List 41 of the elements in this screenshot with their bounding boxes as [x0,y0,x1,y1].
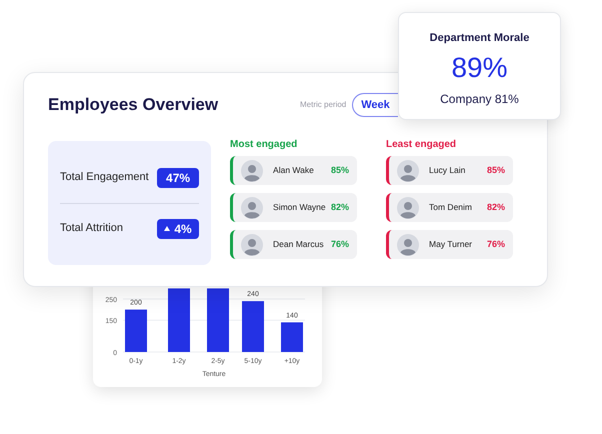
avatar-icon [397,196,420,218]
avatar-icon [397,234,420,256]
metric-period-label: Metric period [300,99,346,111]
bar [242,301,264,352]
card-title: Employees Overview [48,94,220,116]
total-badge: 4% [157,218,200,238]
group-title: Most engaged [230,138,298,151]
person-name: Dean Marcus [273,238,325,251]
person-name: Alan Wake [273,164,315,177]
person-row[interactable]: May Turner 76% [386,230,513,259]
total-label: Total Attrition [60,221,123,236]
morale-title: Department Morale [430,31,530,46]
person-score: 82% [331,200,350,214]
person-row[interactable]: Lucy Lain 85% [386,156,513,185]
company-morale: Company 81% [440,90,519,108]
triangle-up-icon [164,226,170,231]
person-name: Tom Denim [429,201,473,214]
person-score: 85% [486,164,505,177]
person-row[interactable]: Alan Wake 85% [230,156,358,185]
total-badge: 47% [157,168,200,188]
person-name: Lucy Lain [429,164,466,177]
avatar-icon [241,234,264,256]
bar [168,288,190,352]
morale-value: 89% [451,50,508,84]
avatar-icon [241,196,264,218]
total-label: Total Engagement [60,170,149,186]
avatar-icon [397,160,420,182]
avatar-icon [241,160,264,182]
bar [281,322,303,352]
group-title: Least engaged [386,138,458,151]
bar [207,288,229,352]
person-score: 85% [331,164,350,177]
person-score: 76% [331,238,350,251]
person-row[interactable]: Dean Marcus 76% [230,230,358,259]
person-name: Simon Wayne [273,201,327,214]
bar [125,310,147,352]
person-row[interactable]: Tom Denim 82% [386,193,513,222]
person-name: May Turner [429,238,474,251]
person-score: 82% [486,200,505,214]
person-score: 76% [486,238,505,251]
person-row[interactable]: Simon Wayne 82% [230,193,358,222]
